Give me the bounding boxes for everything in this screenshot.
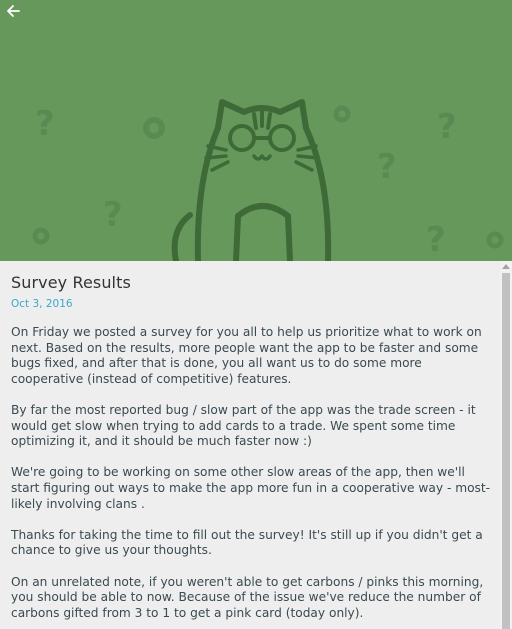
post-title: Survey Results [11, 273, 131, 292]
question-mark-icon: ? [426, 220, 446, 260]
post-paragraph: On an unrelated note, if you weren't abl… [11, 574, 484, 620]
ring-icon [143, 117, 165, 139]
question-mark-icon: ? [437, 107, 457, 147]
header-banner: ? ? ? ? ? [0, 0, 512, 261]
post-paragraph: On Friday we posted a survey for you all… [11, 325, 482, 386]
post-body: On Friday we posted a survey for you all… [11, 325, 493, 629]
post-paragraph: Thanks for taking the time to fill out t… [11, 527, 483, 558]
scroll-up-arrow-icon[interactable] [502, 264, 510, 269]
scrollbar-thumb[interactable] [502, 273, 510, 629]
arrow-left-icon [7, 5, 20, 17]
ring-icon [333, 105, 351, 123]
cat-illustration: ? ? ? ? ? [32, 99, 504, 261]
ring-icon [32, 227, 50, 245]
question-mark-icon: ? [103, 195, 123, 235]
back-button[interactable] [6, 4, 34, 30]
question-mark-icon: ? [377, 147, 397, 187]
scrollbar[interactable] [500, 261, 512, 629]
post-content: Survey Results Oct 3, 2016 On Friday we … [0, 261, 500, 629]
ring-icon [486, 231, 504, 249]
post-date: Oct 3, 2016 [11, 298, 73, 310]
post-paragraph: By far the most reported bug / slow part… [11, 402, 476, 449]
question-mark-icon: ? [35, 104, 55, 144]
post-paragraph: We're going to be working on some other … [11, 465, 491, 511]
